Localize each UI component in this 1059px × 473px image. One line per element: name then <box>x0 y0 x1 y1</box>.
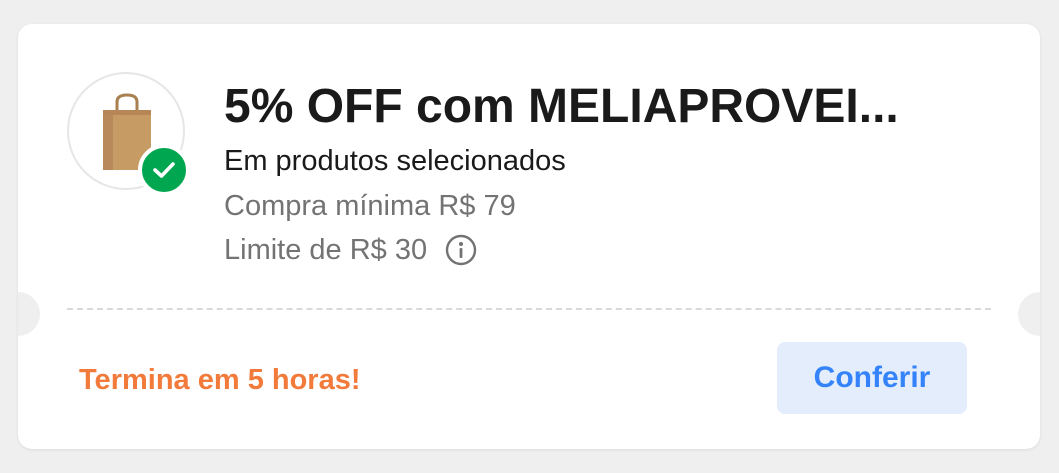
conferir-button[interactable]: Conferir <box>777 342 967 414</box>
coupon-title: 5% OFF com MELIAPROVEI... <box>224 80 899 133</box>
coupon-subtitle: Em produtos selecionados <box>224 145 566 177</box>
discount-limit: Limite de R$ 30 <box>224 234 428 266</box>
minimum-purchase: Compra mínima R$ 79 <box>224 190 516 222</box>
info-icon[interactable] <box>445 234 477 266</box>
discount-limit-row: Limite de R$ 30 <box>224 231 477 269</box>
coupon-card[interactable]: 5% OFF com MELIAPROVEI... Em produtos se… <box>18 24 1040 449</box>
ticket-notch-left <box>18 292 40 336</box>
check-icon <box>138 144 190 196</box>
expiry-notice: Termina em 5 horas! <box>79 364 361 396</box>
ticket-notch-right <box>1018 292 1040 336</box>
dashed-divider <box>67 308 991 310</box>
